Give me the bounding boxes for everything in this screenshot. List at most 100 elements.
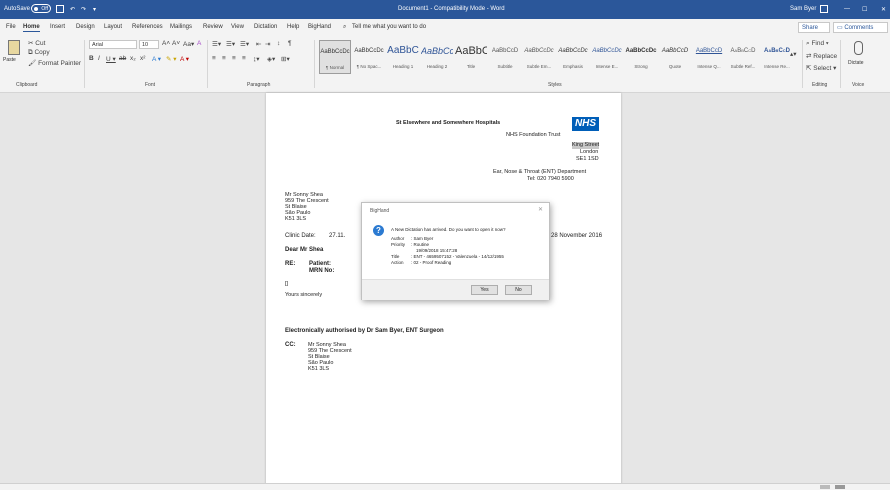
style-item[interactable]: AaBbCcDc Strong <box>625 40 657 74</box>
ribbon-display-icon[interactable] <box>820 5 828 13</box>
align-left-icon[interactable]: ≡ <box>212 55 216 62</box>
style-item[interactable]: AaBbCcD Subtle Ref... <box>727 40 759 74</box>
style-item[interactable]: AaBbCcD Quote <box>659 40 691 74</box>
tab-view[interactable]: View <box>231 24 244 30</box>
style-item[interactable]: AaBbCcDc Emphasis <box>557 40 589 74</box>
tab-dictation[interactable]: Dictation <box>254 24 277 30</box>
style-item[interactable]: AaBbC Heading 1 <box>387 40 419 74</box>
style-item[interactable]: AaBbCcDc ¶ Normal <box>319 40 351 74</box>
grow-font-icon[interactable]: A˄ <box>162 40 170 47</box>
tab-references[interactable]: References <box>132 24 163 30</box>
paste-label: Paste <box>3 57 16 63</box>
authorised-line: Electronically authorised by Dr Sam Byer… <box>285 328 444 334</box>
clear-formatting-icon[interactable]: A <box>197 40 201 47</box>
field-label: Action <box>391 260 404 265</box>
share-label: Share <box>802 25 819 31</box>
tab-insert[interactable]: Insert <box>50 24 65 30</box>
tab-home[interactable]: Home <box>23 24 40 32</box>
style-sample: AaBbC <box>455 45 487 57</box>
sort-icon[interactable]: ↕ <box>277 40 280 47</box>
user-name[interactable]: Sam Byer <box>790 6 816 12</box>
print-layout-icon[interactable] <box>835 485 845 489</box>
style-item[interactable]: AaBbCcDc Subtle Em... <box>523 40 555 74</box>
superscript-icon[interactable]: x² <box>140 55 145 62</box>
replace-button[interactable]: ⇄ Replace <box>806 52 837 60</box>
justify-icon[interactable]: ≡ <box>242 55 246 62</box>
style-name: ¶ Normal <box>325 65 345 70</box>
comments-button[interactable]: ▭ Comments <box>833 22 888 33</box>
numbering-icon[interactable]: ☰▾ <box>226 40 235 48</box>
style-name: ¶ No Spac... <box>356 64 382 69</box>
text-effects-icon[interactable]: A ▾ <box>152 55 161 63</box>
tab-mailings[interactable]: Mailings <box>170 24 192 30</box>
font-color-icon[interactable]: A ▾ <box>180 55 189 63</box>
nhs-logo: NHS <box>572 117 599 131</box>
style-item[interactable]: AaBbCcDc ¶ No Spac... <box>353 40 385 74</box>
document-title: Document1 - Compatibility Mode - Word <box>398 6 505 12</box>
style-item[interactable]: AaBbCcD Subtitle <box>489 40 521 74</box>
italic-icon[interactable]: I <box>98 55 100 62</box>
subscript-icon[interactable]: x₂ <box>130 55 136 62</box>
bold-icon[interactable]: B <box>89 55 94 62</box>
style-item[interactable]: AaBbCcD Intense Q... <box>693 40 725 74</box>
font-size-select[interactable]: 10 <box>139 40 159 49</box>
tab-design[interactable]: Design <box>76 24 95 30</box>
highlight-icon[interactable]: ✎ ▾ <box>166 55 177 63</box>
search-icon[interactable]: ⌕ <box>343 24 346 31</box>
share-button[interactable]: Share <box>798 22 830 33</box>
paragraph-group-label: Paragraph <box>247 82 271 88</box>
bullets-icon[interactable]: ☰▾ <box>212 40 221 48</box>
tab-help[interactable]: Help <box>287 24 299 30</box>
customize-qat-icon[interactable]: ▾ <box>93 6 96 13</box>
autosave-toggle[interactable]: Off <box>31 4 51 13</box>
tab-layout[interactable]: Layout <box>104 24 122 30</box>
style-name: Title <box>466 64 476 69</box>
decrease-indent-icon[interactable]: ⇤ <box>256 40 261 48</box>
close-icon[interactable]: ✕ <box>538 206 543 213</box>
multilevel-list-icon[interactable]: ☰▾ <box>240 40 249 48</box>
tab-file[interactable]: File <box>6 24 16 30</box>
shading-icon[interactable]: ◈▾ <box>267 55 275 63</box>
line-spacing-icon[interactable]: ↨▾ <box>253 55 260 63</box>
align-right-icon[interactable]: ≡ <box>232 55 236 62</box>
maximize-icon[interactable]: ☐ <box>862 6 867 13</box>
dictate-button[interactable]: Dictate <box>846 38 872 78</box>
tab-review[interactable]: Review <box>203 24 223 30</box>
cut-label: Cut <box>35 40 46 47</box>
style-item[interactable]: AaBbC Title <box>455 40 487 74</box>
format-painter-button[interactable]: 🖌 Format Painter <box>28 59 81 67</box>
styles-scroll-icon[interactable]: ▴▾ <box>790 50 797 58</box>
align-center-icon[interactable]: ≡ <box>222 55 226 62</box>
minimize-icon[interactable]: — <box>844 6 850 12</box>
borders-icon[interactable]: ⊞▾ <box>281 55 290 63</box>
cut-button[interactable]: ✂ Cut <box>28 39 45 47</box>
copy-button[interactable]: ⧉ Copy <box>28 49 50 57</box>
show-marks-icon[interactable]: ¶ <box>288 40 292 47</box>
find-button[interactable]: ⌕ Find ▾ <box>806 40 829 48</box>
tell-me-input[interactable]: Tell me what you want to do <box>352 24 426 30</box>
shrink-font-icon[interactable]: A˅ <box>172 40 180 47</box>
change-case-icon[interactable]: Aa▾ <box>183 40 194 48</box>
close-icon[interactable]: ✕ <box>881 6 886 13</box>
underline-icon[interactable]: U ▾ <box>106 55 116 63</box>
font-name-select[interactable]: Arial <box>89 40 137 49</box>
field-marker[interactable]: [] <box>285 281 288 288</box>
redo-icon[interactable]: ↷ <box>81 6 86 13</box>
style-name: Emphasis <box>563 64 583 69</box>
view-mode-icon[interactable] <box>820 485 830 489</box>
strikethrough-icon[interactable]: ab <box>119 55 126 62</box>
style-sample: AaBbCcD <box>764 48 790 54</box>
style-item[interactable]: AaBbCcDc Intense E... <box>591 40 623 74</box>
no-button[interactable]: No <box>505 285 532 295</box>
tab-bighand[interactable]: BigHand <box>308 24 331 30</box>
save-icon[interactable] <box>56 5 64 13</box>
style-sample: AaBbCcD <box>730 48 756 54</box>
select-button[interactable]: ⇱ Select ▾ <box>806 64 836 72</box>
style-item[interactable]: AaBbCcD Intense Re... <box>761 40 793 74</box>
autosave-label: AutoSave <box>4 6 31 12</box>
undo-icon[interactable]: ↶ <box>70 6 75 13</box>
increase-indent-icon[interactable]: ⇥ <box>265 40 270 48</box>
yes-button[interactable]: Yes <box>471 285 498 295</box>
paste-button[interactable]: Paste <box>3 38 25 68</box>
style-item[interactable]: AaBbCc Heading 2 <box>421 40 453 74</box>
